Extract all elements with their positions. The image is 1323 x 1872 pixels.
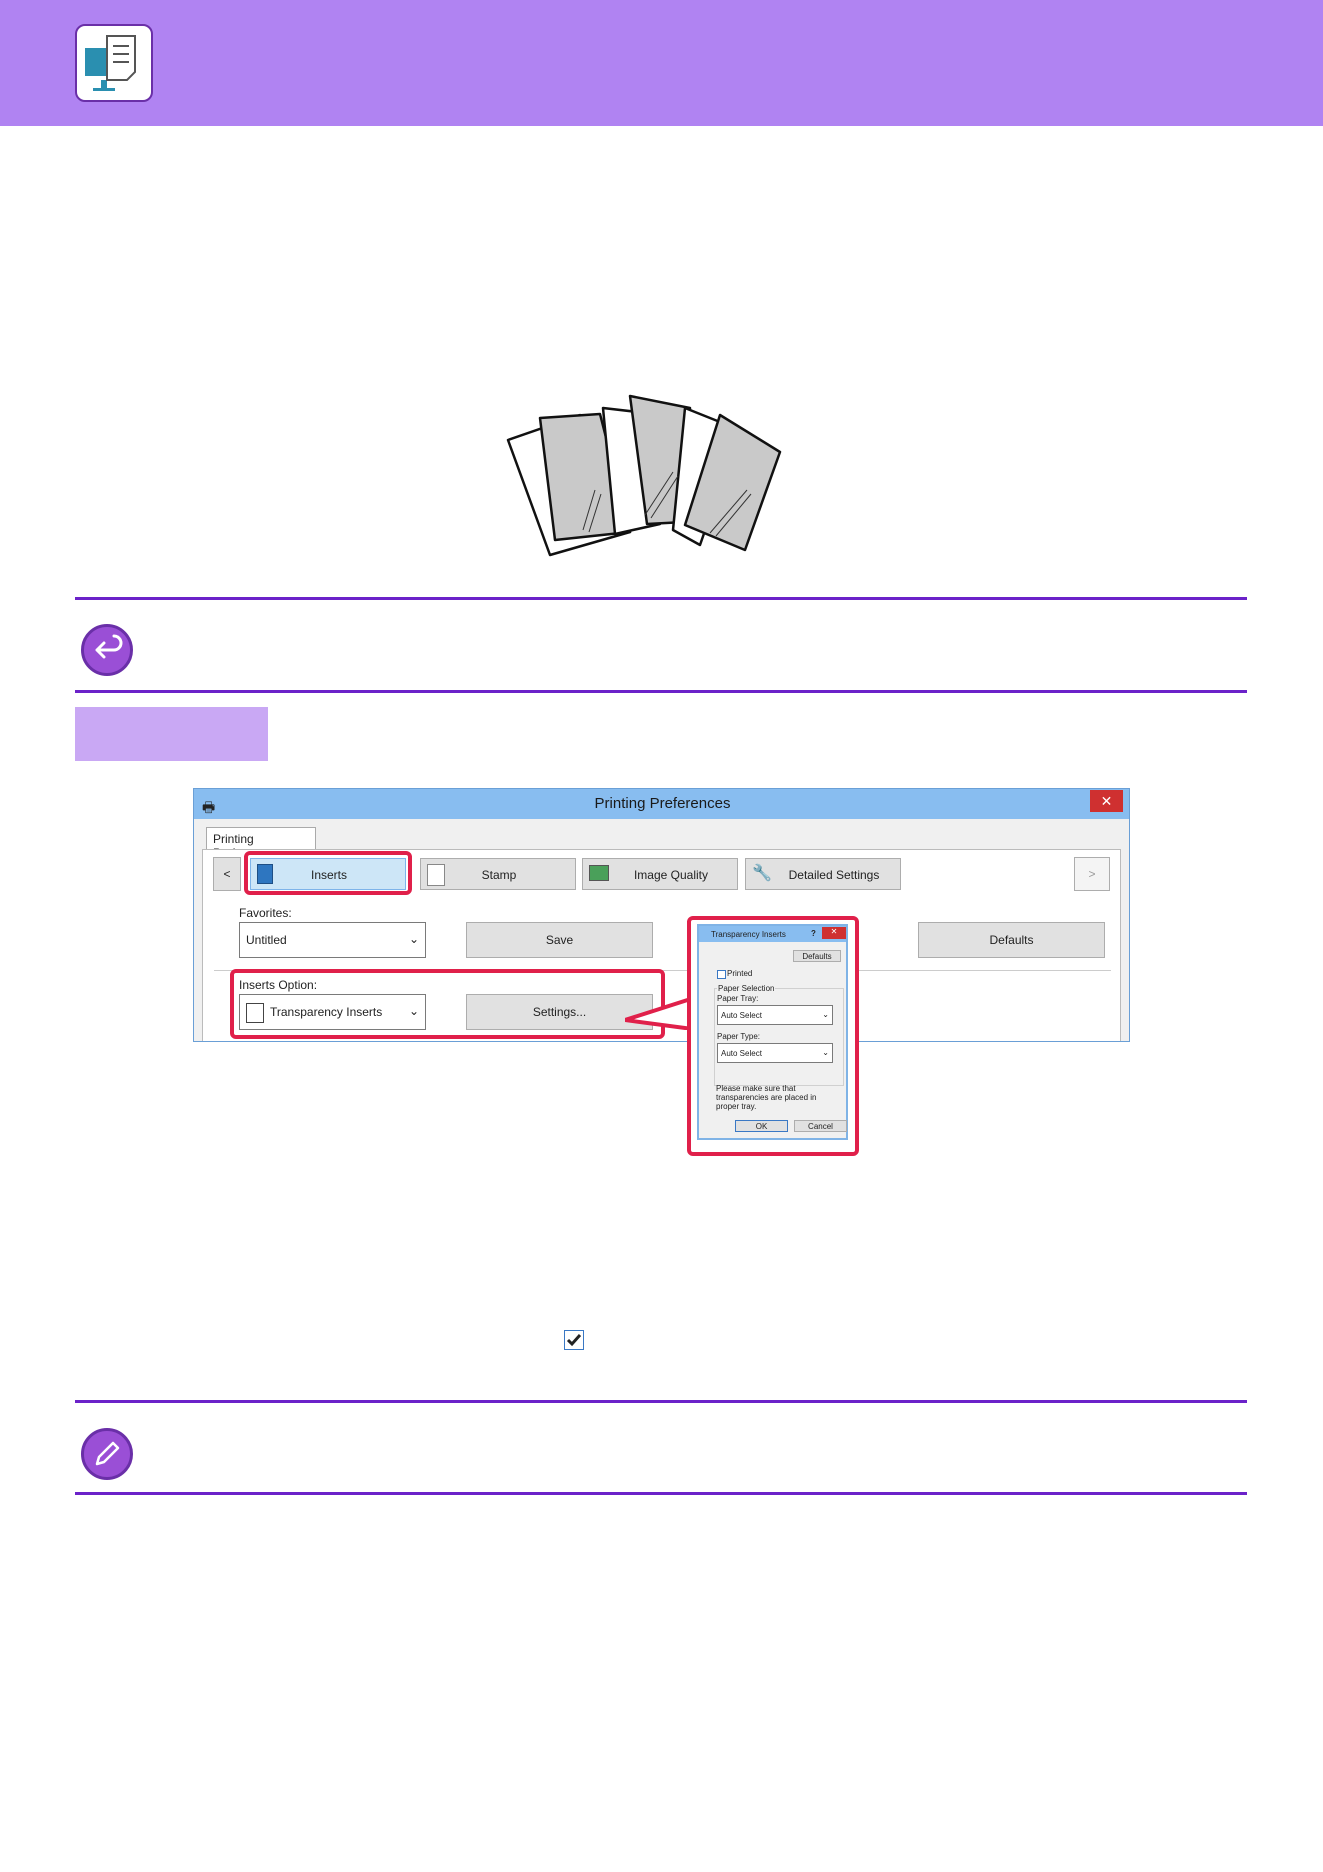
section-rule-top — [75, 597, 1247, 600]
tab-stamp-label: Stamp — [481, 868, 517, 882]
paper-tray-select[interactable]: Auto Select ⌄ — [717, 1005, 833, 1025]
printed-checkbox[interactable] — [717, 970, 726, 979]
paper-type-value: Auto Select — [721, 1049, 762, 1058]
dialog-title: Printing Preferences — [594, 795, 731, 812]
pencil-icon — [81, 1428, 133, 1480]
tab-image-quality[interactable]: Image Quality — [582, 858, 738, 890]
nav-prev-button[interactable]: < — [213, 857, 241, 891]
paper-selection-label: Paper Selection — [717, 984, 776, 993]
section-rule-bottom — [75, 690, 1247, 693]
defaults-button[interactable]: Defaults — [918, 922, 1105, 958]
tab-detailed-settings-label: Detailed Settings — [788, 868, 880, 882]
chevron-down-icon: ⌄ — [408, 932, 419, 946]
back-arrow-icon — [81, 624, 133, 676]
checkbox-checked-icon — [564, 1330, 584, 1350]
tab-printing-preferences[interactable]: Printing Preferences — [206, 827, 316, 860]
subdialog-close-button[interactable]: ✕ — [822, 927, 846, 939]
printer-computer-icon — [75, 24, 153, 102]
subdialog-defaults-button[interactable]: Defaults — [793, 950, 841, 962]
subdialog-title: Transparency Inserts — [711, 930, 786, 939]
paper-type-label: Paper Type: — [717, 1032, 760, 1041]
tab-detailed-settings[interactable]: 🔧 Detailed Settings — [745, 858, 901, 890]
paper-tray-label: Paper Tray: — [717, 994, 759, 1003]
subdialog-note: Please make sure that transparencies are… — [716, 1084, 817, 1111]
favorites-value: Untitled — [246, 933, 287, 947]
save-button[interactable]: Save — [466, 922, 653, 958]
section-rule-bottom-2 — [75, 1492, 1247, 1495]
tab-stamp[interactable]: Stamp — [420, 858, 576, 890]
paper-tray-value: Auto Select — [721, 1011, 762, 1020]
favorites-label: Favorites: — [239, 906, 292, 920]
ok-button[interactable]: OK — [735, 1120, 788, 1132]
transparency-sheets-illustration — [505, 390, 825, 565]
transparency-inserts-dialog: Transparency Inserts ? ✕ Defaults Printe… — [697, 924, 848, 1140]
cancel-button[interactable]: Cancel — [794, 1120, 847, 1132]
help-button[interactable]: ? — [811, 929, 816, 938]
section-rule-top-2 — [75, 1400, 1247, 1403]
inserts-option-highlight — [230, 969, 665, 1039]
step-label-box — [75, 707, 268, 761]
chevron-down-icon: ⌄ — [822, 1048, 829, 1057]
chevron-down-icon: ⌄ — [822, 1010, 829, 1019]
paper-type-select[interactable]: Auto Select ⌄ — [717, 1043, 833, 1063]
tab-image-quality-label: Image Quality — [633, 868, 709, 882]
header-band — [0, 0, 1323, 126]
nav-next-button[interactable]: > — [1074, 857, 1110, 891]
favorites-select[interactable]: Untitled ⌄ — [239, 922, 426, 958]
inserts-highlight — [244, 851, 412, 895]
printed-label: Printed — [727, 969, 753, 978]
close-button[interactable]: ✕ — [1090, 790, 1123, 812]
